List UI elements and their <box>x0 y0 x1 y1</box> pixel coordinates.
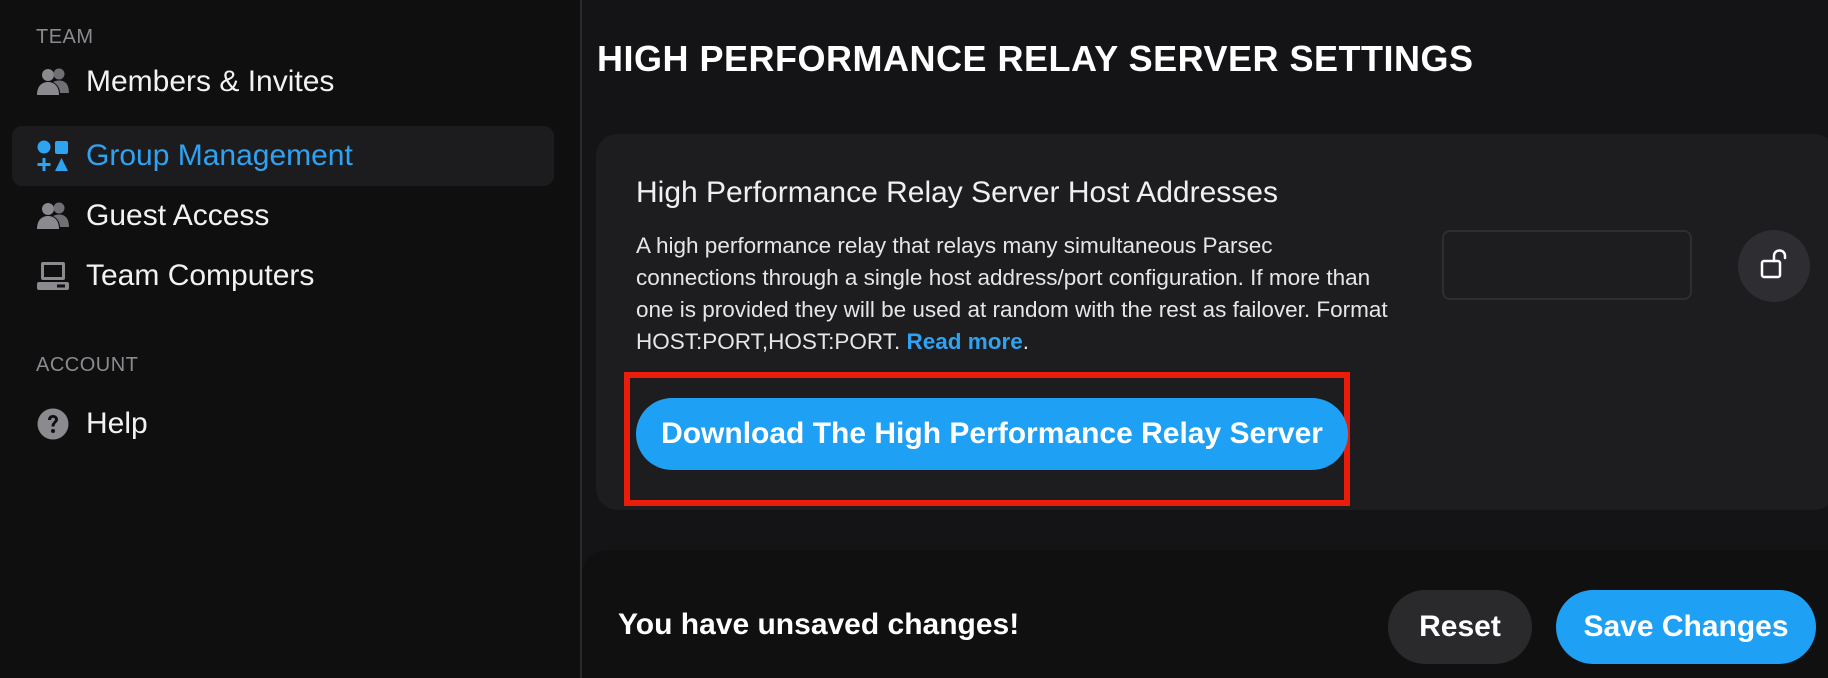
unlock-icon <box>1760 248 1788 284</box>
description-period: . <box>1022 329 1030 354</box>
sidebar-item-label: Members & Invites <box>86 65 335 98</box>
sidebar-item-guest-access[interactable]: Guest Access <box>12 186 554 246</box>
sidebar-item-members-invites[interactable]: Members & Invites <box>12 52 554 112</box>
app-window: TEAM Members & Invites Group Management … <box>0 0 1828 678</box>
lock-toggle-button[interactable] <box>1738 230 1810 302</box>
host-addresses-input[interactable] <box>1442 230 1692 300</box>
relay-settings-card: High Performance Relay Server Host Addre… <box>596 134 1828 510</box>
sidebar-item-group-management[interactable]: Group Management <box>12 126 554 186</box>
save-changes-button[interactable]: Save Changes <box>1556 590 1816 664</box>
sidebar-item-label: Guest Access <box>86 199 270 232</box>
computer-icon <box>36 259 70 293</box>
users-icon <box>36 65 70 99</box>
help-icon <box>36 407 70 441</box>
card-description: A high performance relay that relays man… <box>636 230 1396 358</box>
sidebar-item-label: Team Computers <box>86 259 315 292</box>
sidebar-item-help[interactable]: Help <box>12 394 554 454</box>
sidebar: TEAM Members & Invites Group Management … <box>0 0 582 678</box>
sidebar-item-label: Group Management <box>86 139 353 172</box>
section-label-team: TEAM <box>36 26 94 48</box>
read-more-link[interactable]: Read more <box>907 329 1023 354</box>
reset-button[interactable]: Reset <box>1388 590 1532 664</box>
users-icon <box>36 199 70 233</box>
download-relay-server-button[interactable]: Download The High Performance Relay Serv… <box>636 398 1348 470</box>
page-title: HIGH PERFORMANCE RELAY SERVER SETTINGS <box>597 38 1474 79</box>
sidebar-item-label: Help <box>86 407 148 440</box>
card-title: High Performance Relay Server Host Addre… <box>636 176 1278 209</box>
unsaved-message: You have unsaved changes! <box>618 608 1020 641</box>
main-content: HIGH PERFORMANCE RELAY SERVER SETTINGS H… <box>582 0 1828 678</box>
shapes-icon <box>36 139 70 173</box>
section-label-account: ACCOUNT <box>36 354 139 376</box>
unsaved-changes-bar: You have unsaved changes! Reset Save Cha… <box>582 550 1828 678</box>
sidebar-item-team-computers[interactable]: Team Computers <box>12 246 554 306</box>
